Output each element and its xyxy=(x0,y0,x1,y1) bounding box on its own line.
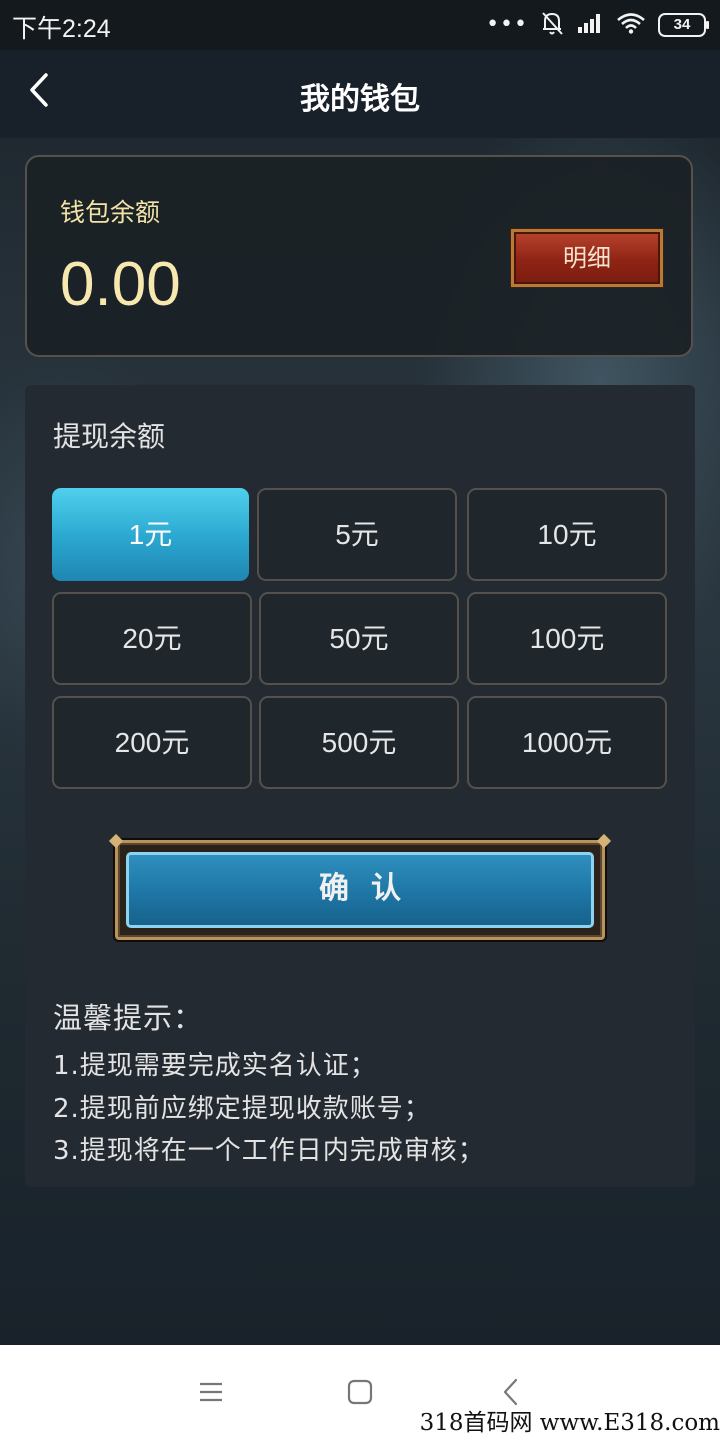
status-icons: ••• 34 xyxy=(486,10,709,40)
more-dots-icon: ••• xyxy=(486,12,528,37)
mute-bell-icon xyxy=(540,10,564,40)
tip-item: 1.提现需要完成实名认证； xyxy=(53,1051,377,1081)
confirm-button-label: 确认 xyxy=(126,852,594,928)
tips-title: 温馨提示： xyxy=(53,1001,204,1035)
amount-option[interactable]: 200元 xyxy=(52,696,252,789)
nav-back-button[interactable] xyxy=(494,1375,534,1409)
page-title: 我的钱包 xyxy=(300,82,420,117)
menu-icon xyxy=(200,1382,222,1402)
home-square-icon xyxy=(347,1379,373,1405)
withdraw-panel: 提现余额 1元 5元 10元 20元 50元 100元 200元 500元 10… xyxy=(25,385,695,1187)
wifi-icon xyxy=(616,12,646,38)
balance-label: 钱包余额 xyxy=(60,198,161,227)
amount-option[interactable]: 20元 xyxy=(52,592,252,685)
home-button[interactable] xyxy=(340,1375,380,1409)
confirm-button[interactable]: 确认 xyxy=(115,840,605,940)
app-header: 我的钱包 xyxy=(0,50,720,138)
status-bar: 下午2:24 ••• 34 xyxy=(0,0,720,50)
balance-value: 0.00 xyxy=(60,250,181,319)
amount-option[interactable]: 500元 xyxy=(259,696,459,789)
amount-option[interactable]: 1000元 xyxy=(467,696,667,789)
amount-option[interactable]: 10元 xyxy=(467,488,667,581)
tip-item: 3.提现将在一个工作日内完成审核； xyxy=(53,1136,485,1166)
detail-button[interactable]: 明细 xyxy=(511,229,663,287)
system-nav-bar: 318首码网 www.E318.com xyxy=(0,1345,720,1440)
wallet-balance-card: 钱包余额 0.00 明细 xyxy=(25,155,693,357)
status-time: 下午2:24 xyxy=(12,15,111,43)
back-triangle-icon xyxy=(503,1378,518,1406)
signal-icon xyxy=(576,12,604,38)
watermark-text: 318首码网 www.E318.com xyxy=(409,1406,720,1440)
amount-option[interactable]: 5元 xyxy=(257,488,457,581)
withdraw-title: 提现余额 xyxy=(53,420,166,453)
tip-item: 2.提现前应绑定提现收款账号； xyxy=(53,1094,431,1124)
menu-button[interactable] xyxy=(192,1375,232,1409)
amount-option[interactable]: 1元 xyxy=(52,488,249,581)
amount-option[interactable]: 50元 xyxy=(259,592,459,685)
amount-option[interactable]: 100元 xyxy=(467,592,667,685)
battery-icon: 34 xyxy=(658,13,709,37)
